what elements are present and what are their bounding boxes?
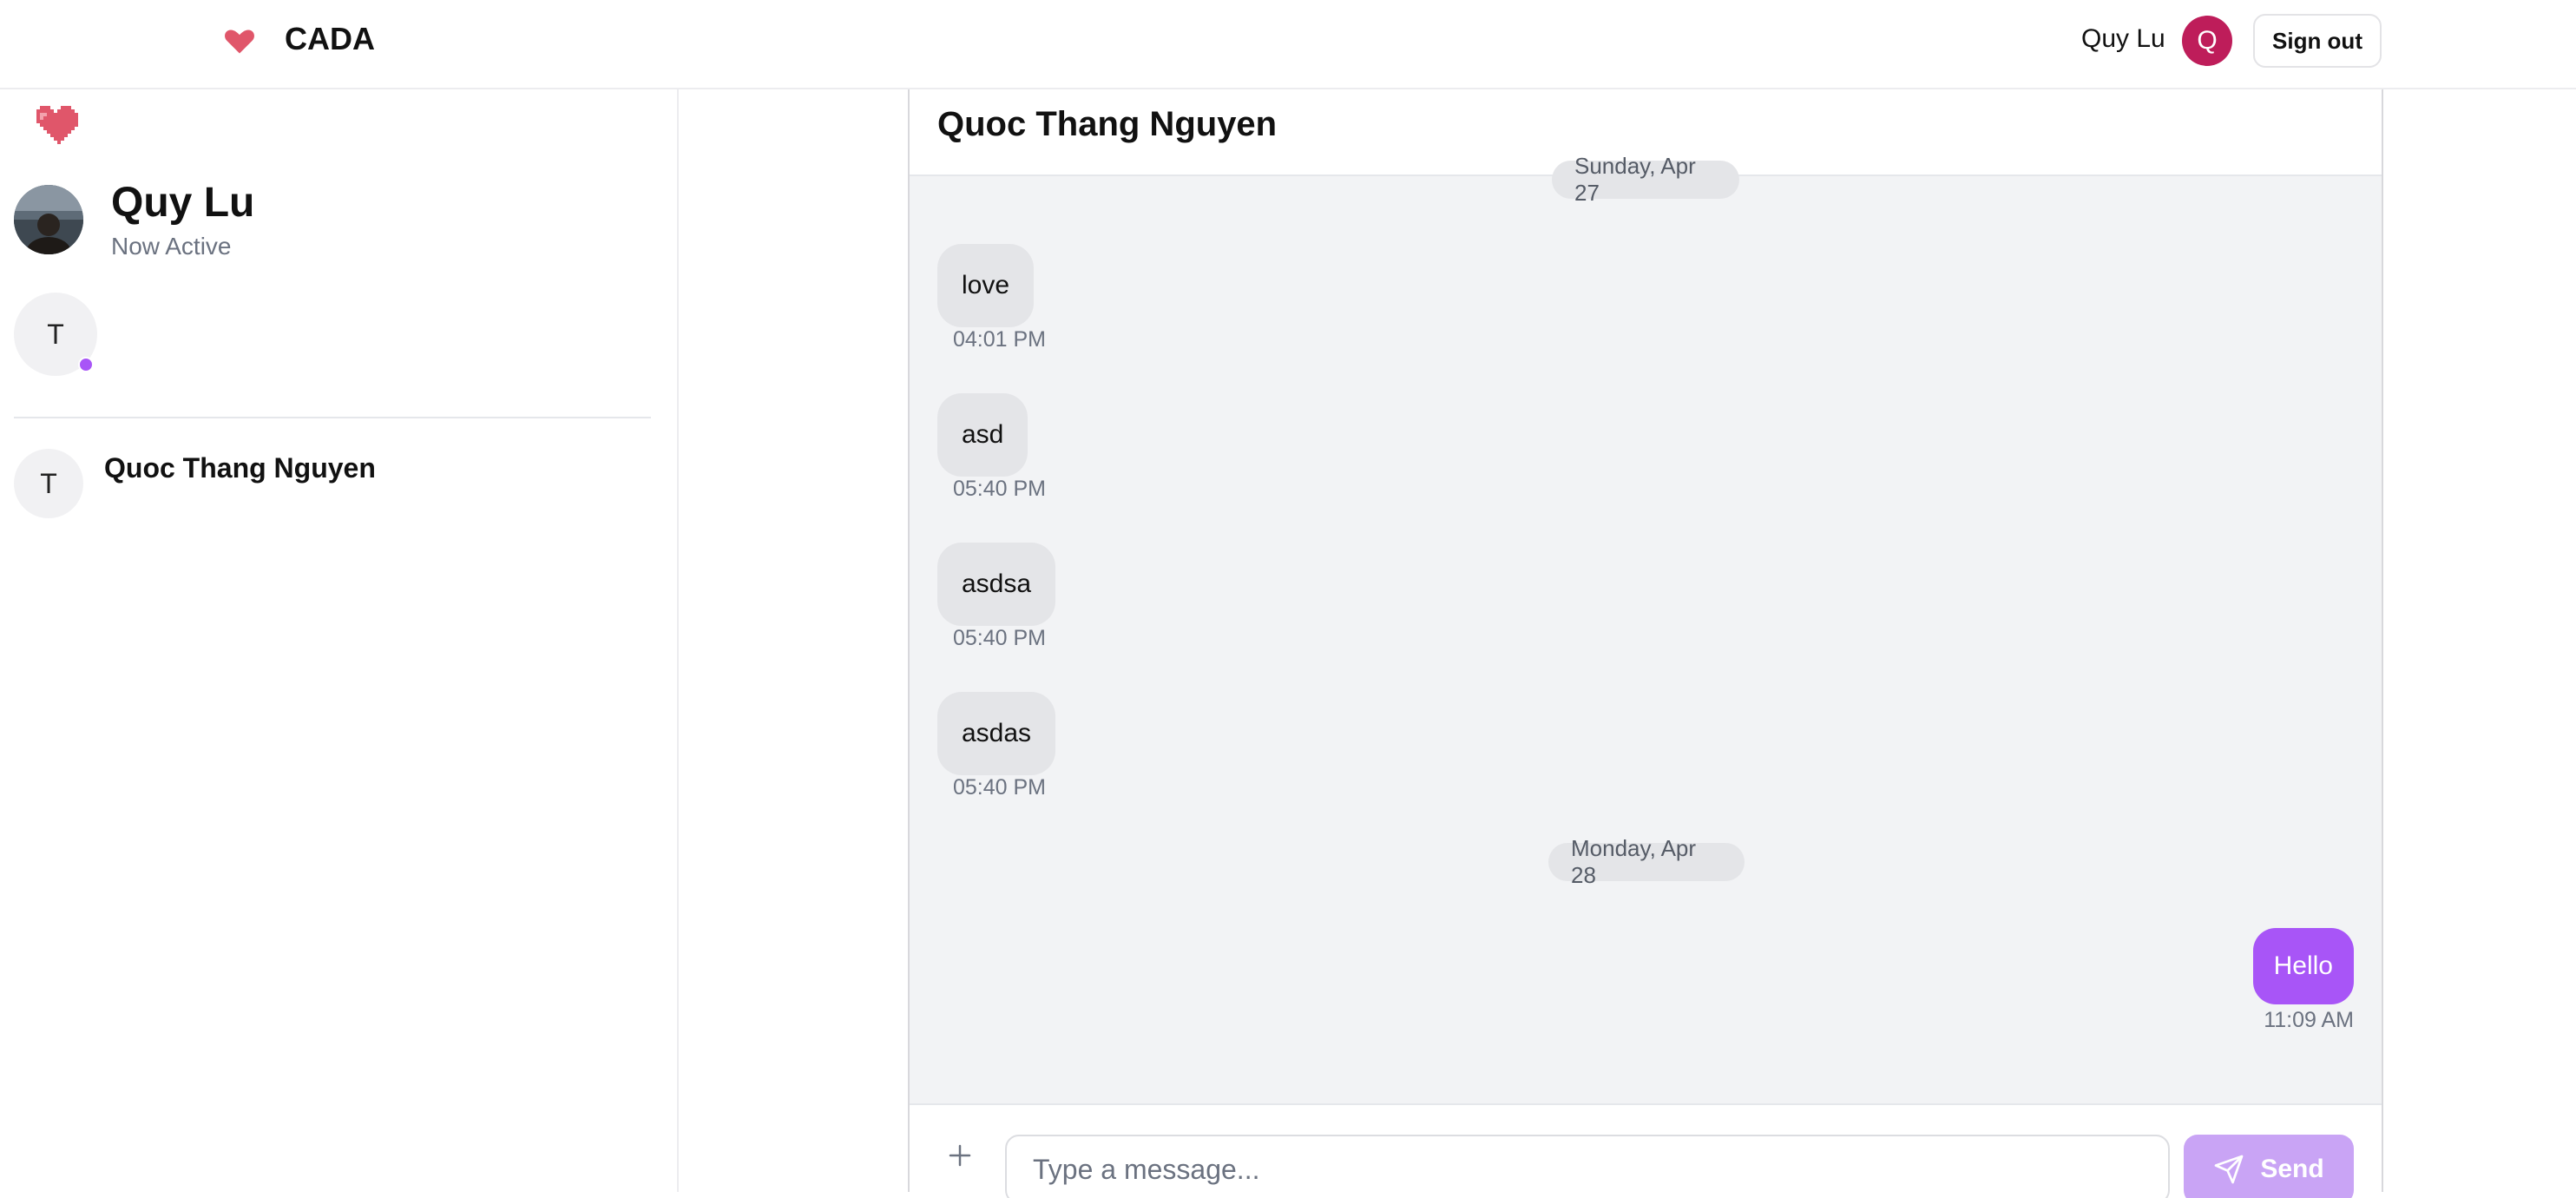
message-bubble-incoming: asd (937, 393, 1028, 477)
current-user-name: Quy Lu (2081, 24, 2165, 53)
message-bubble-incoming: asdsa (937, 543, 1056, 626)
paper-plane-icon (2214, 1155, 2244, 1184)
top-header: CADA Quy Lu Q Sign out (0, 0, 2576, 89)
message-bubble-incoming: asdas (937, 692, 1056, 775)
divider (14, 417, 651, 418)
send-label: Send (2260, 1155, 2324, 1183)
conversation-item[interactable]: T Quoc Thang Nguyen (14, 445, 656, 518)
message-bubble-incoming: love (937, 244, 1035, 327)
chat-title: Quoc Thang Nguyen (937, 105, 1278, 143)
message-input[interactable] (1005, 1135, 2170, 1198)
user-avatar[interactable]: Q (2182, 16, 2232, 66)
sidebar: Quy Lu Now Active T T Quoc Thang Nguyen (0, 89, 679, 1192)
plus-icon[interactable] (943, 1138, 977, 1173)
sign-out-button[interactable]: Sign out (2253, 14, 2382, 68)
message-bubble-outgoing: Hello (2252, 928, 2354, 1004)
chat-panel: Quoc Thang Nguyen Sunday, Apr 27 love 04… (908, 89, 2383, 1198)
date-separator: Monday, Apr 28 (1548, 835, 1745, 888)
online-indicator (78, 357, 94, 372)
message-time: 05:40 PM (953, 626, 1047, 650)
date-separator: Sunday, Apr 27 (1552, 153, 1739, 206)
message-composer: Send (910, 1103, 2382, 1198)
conversation-avatar: T (14, 449, 83, 518)
heart-icon (36, 106, 78, 144)
brand-title[interactable]: CADA (285, 21, 375, 57)
profile-name: Quy Lu (111, 180, 255, 226)
send-button[interactable]: Send (2184, 1135, 2354, 1198)
profile-status: Now Active (111, 233, 232, 260)
profile-avatar[interactable] (14, 185, 83, 254)
message-time: 05:40 PM (953, 477, 1047, 501)
message-time: 11:09 AM (2264, 1008, 2354, 1032)
conversation-name: Quoc Thang Nguyen (104, 452, 376, 484)
heart-icon (225, 30, 254, 54)
message-time: 04:01 PM (953, 327, 1047, 352)
message-time: 05:40 PM (953, 775, 1047, 800)
